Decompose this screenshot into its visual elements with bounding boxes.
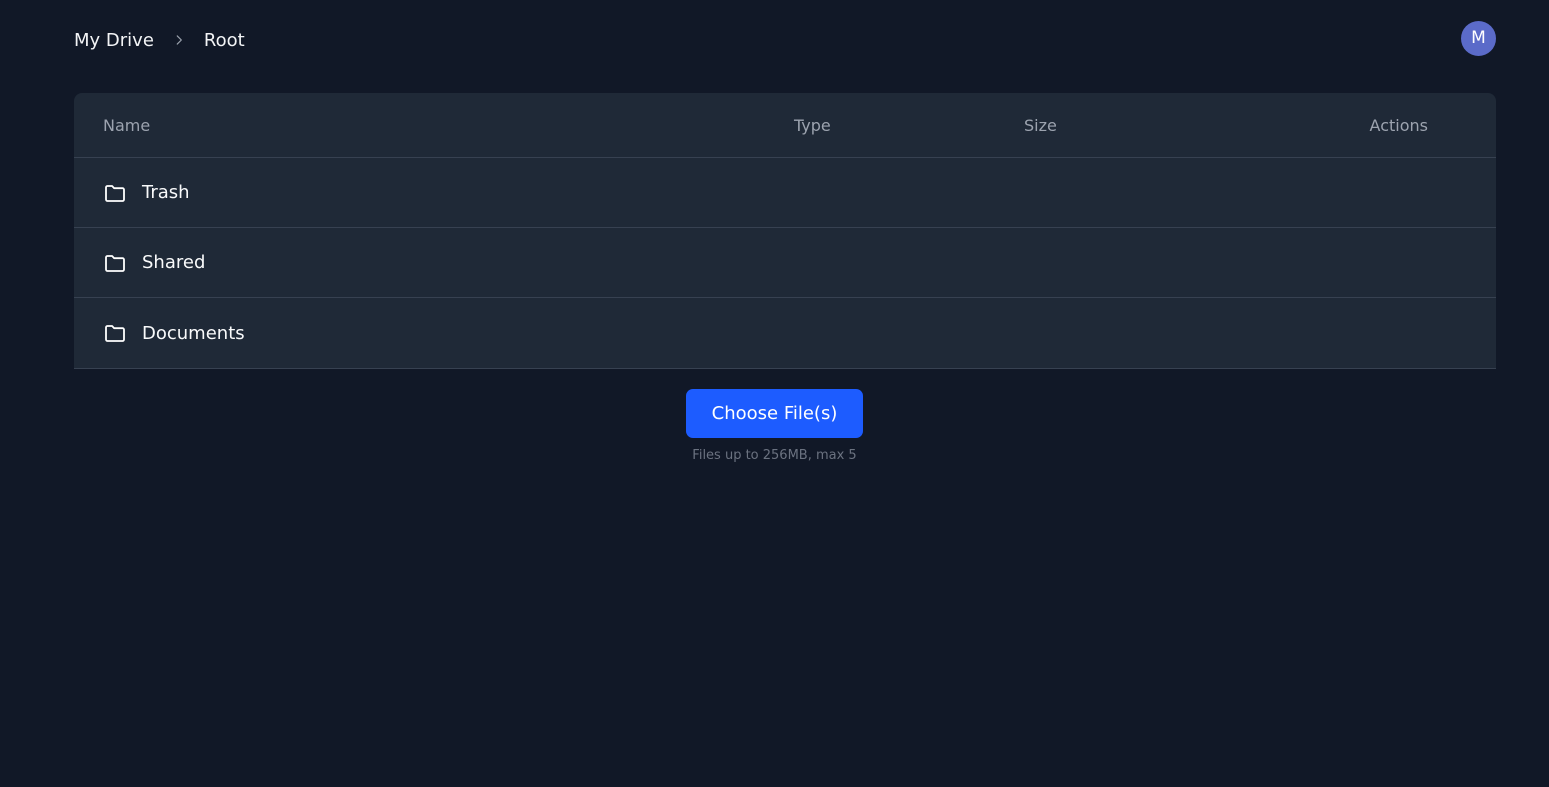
upload-area: Choose File(s) Files up to 256MB, max 5 [0, 389, 1549, 463]
table-header: Name Type Size Actions [74, 93, 1496, 158]
file-table: Name Type Size Actions Trash Shared Docu… [74, 93, 1496, 369]
row-name: Shared [142, 252, 206, 273]
table-row[interactable]: Documents [74, 298, 1496, 368]
table-row[interactable]: Shared [74, 228, 1496, 298]
column-header-type: Type [794, 115, 831, 135]
choose-files-button[interactable]: Choose File(s) [686, 389, 863, 438]
chevron-right-icon [154, 33, 204, 47]
table-row[interactable]: Trash [74, 158, 1496, 228]
folder-icon [103, 181, 127, 205]
avatar[interactable]: M [1461, 20, 1496, 56]
column-header-actions: Actions [1369, 115, 1428, 135]
breadcrumb-item-my-drive[interactable]: My Drive [74, 30, 154, 51]
column-header-name: Name [103, 115, 151, 135]
header: My Drive Root M [74, 20, 1496, 60]
upload-hint: Files up to 256MB, max 5 [692, 448, 857, 463]
folder-icon [103, 251, 127, 275]
breadcrumb-item-root[interactable]: Root [204, 30, 245, 51]
folder-icon [103, 321, 127, 345]
breadcrumb: My Drive Root [74, 30, 245, 51]
row-name: Documents [142, 322, 245, 344]
column-header-size: Size [1024, 115, 1057, 135]
row-name: Trash [142, 182, 190, 203]
